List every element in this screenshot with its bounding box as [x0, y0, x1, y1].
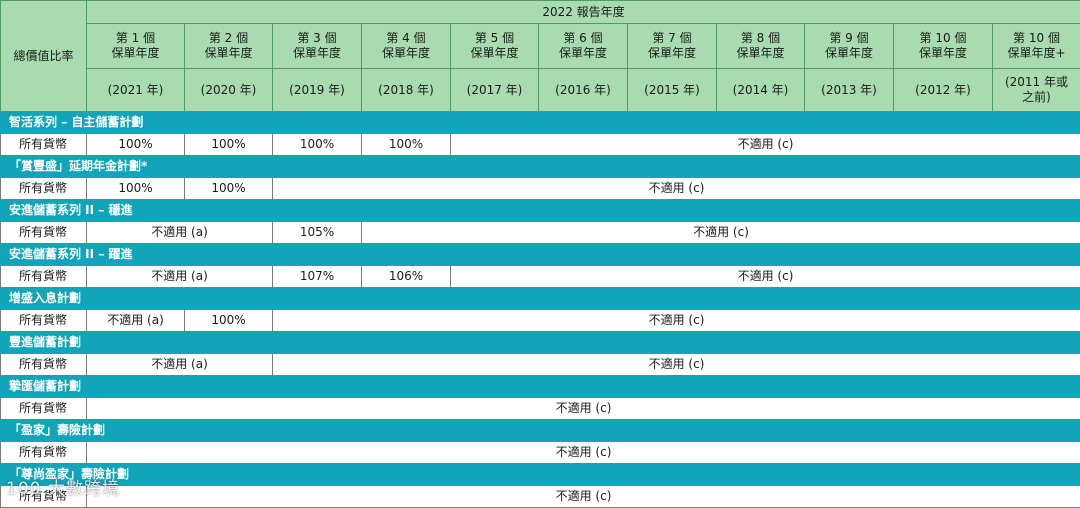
plan-name: 安進儲蓄系列 II – 躍進	[1, 244, 1080, 266]
plan-group-row: 「賞豐盛」延期年金計劃*	[1, 156, 1080, 178]
ratio-value-cell: 100%	[362, 134, 451, 156]
plan-name: 摯匯儲蓄計劃	[1, 376, 1080, 398]
table-row: 所有貨幣100%100%100%100%不適用 (c)	[1, 134, 1080, 156]
ratio-value-cell: 100%	[185, 134, 273, 156]
calendar-year-header: (2011 年或 之前)	[993, 69, 1080, 112]
ratio-value-cell: 不適用 (c)	[87, 442, 1080, 464]
plan-name: 智活系列 – 自主儲蓄計劃	[1, 112, 1080, 134]
ratio-value-cell: 106%	[362, 266, 451, 288]
ratio-value-cell: 不適用 (c)	[87, 398, 1080, 420]
currency-cell: 所有貨幣	[1, 354, 87, 376]
plan-name: 「賞豐盛」延期年金計劃*	[1, 156, 1080, 178]
ratio-value-cell: 107%	[273, 266, 362, 288]
policy-year-header: 第 3 個 保單年度	[273, 24, 362, 69]
policy-year-header: 第 9 個 保單年度	[805, 24, 894, 69]
policy-year-header: 第 10 個 保單年度	[894, 24, 993, 69]
plan-name: 「盈家」壽險計劃	[1, 420, 1080, 442]
table-row: 所有貨幣不適用 (a)不適用 (c)	[1, 354, 1080, 376]
plan-group-row: 「尊尚盈家」壽險計劃	[1, 464, 1080, 486]
currency-cell: 所有貨幣	[1, 266, 87, 288]
ratio-value-cell: 100%	[87, 134, 185, 156]
ratio-value-cell: 100%	[87, 178, 185, 200]
ratio-value-cell: 不適用 (c)	[451, 134, 1080, 156]
policy-year-header: 第 6 個 保單年度	[539, 24, 628, 69]
table-row: 所有貨幣不適用 (c)	[1, 398, 1080, 420]
ratio-value-cell: 不適用 (a)	[87, 266, 273, 288]
ratio-value-cell: 100%	[273, 134, 362, 156]
currency-cell: 所有貨幣	[1, 134, 87, 156]
ratio-value-cell: 不適用 (c)	[362, 222, 1080, 244]
ratio-value-cell: 不適用 (a)	[87, 354, 273, 376]
ratio-value-cell: 不適用 (c)	[273, 354, 1080, 376]
table-row: 所有貨幣不適用 (c)	[1, 486, 1080, 508]
policy-year-header: 第 5 個 保單年度	[451, 24, 539, 69]
currency-cell: 所有貨幣	[1, 310, 87, 332]
calendar-year-header: (2018 年)	[362, 69, 451, 112]
calendar-year-header: (2014 年)	[717, 69, 805, 112]
calendar-year-header: (2012 年)	[894, 69, 993, 112]
plan-group-row: 「盈家」壽險計劃	[1, 420, 1080, 442]
ratio-value-cell: 不適用 (c)	[273, 178, 1080, 200]
plan-group-row: 增盛入息計劃	[1, 288, 1080, 310]
policy-year-header: 第 10 個 保單年度+	[993, 24, 1080, 69]
currency-cell: 所有貨幣	[1, 442, 87, 464]
plan-group-row: 豐進儲蓄計劃	[1, 332, 1080, 354]
calendar-year-header: (2020 年)	[185, 69, 273, 112]
ratio-value-cell: 100%	[185, 310, 273, 332]
policy-year-header: 第 2 個 保單年度	[185, 24, 273, 69]
plan-name: 「尊尚盈家」壽險計劃	[1, 464, 1080, 486]
calendar-year-header: (2021 年)	[87, 69, 185, 112]
surrender-ratio-table: 總價值比率2022 報告年度第 1 個 保單年度第 2 個 保單年度第 3 個 …	[0, 0, 1080, 508]
ratio-value-cell: 不適用 (a)	[87, 310, 185, 332]
policy-year-header: 第 7 個 保單年度	[628, 24, 717, 69]
currency-cell: 所有貨幣	[1, 178, 87, 200]
ratio-value-cell: 不適用 (c)	[273, 310, 1080, 332]
currency-cell: 所有貨幣	[1, 222, 87, 244]
table-row: 所有貨幣不適用 (a)100%不適用 (c)	[1, 310, 1080, 332]
calendar-year-header: (2016 年)	[539, 69, 628, 112]
ratio-value-cell: 105%	[273, 222, 362, 244]
plan-group-row: 摯匯儲蓄計劃	[1, 376, 1080, 398]
currency-cell: 所有貨幣	[1, 486, 87, 508]
report-year-header: 2022 報告年度	[87, 1, 1080, 24]
table-row: 所有貨幣100%100%不適用 (c)	[1, 178, 1080, 200]
ratio-value-cell: 不適用 (c)	[451, 266, 1080, 288]
ratio-value-cell: 100%	[185, 178, 273, 200]
policy-year-header: 第 4 個 保單年度	[362, 24, 451, 69]
plan-group-row: 安進儲蓄系列 II – 穩進	[1, 200, 1080, 222]
calendar-year-header: (2019 年)	[273, 69, 362, 112]
calendar-year-header: (2015 年)	[628, 69, 717, 112]
policy-year-header: 第 8 個 保單年度	[717, 24, 805, 69]
plan-group-row: 智活系列 – 自主儲蓄計劃	[1, 112, 1080, 134]
table-row: 所有貨幣不適用 (a)107%106%不適用 (c)	[1, 266, 1080, 288]
table-row: 所有貨幣不適用 (c)	[1, 442, 1080, 464]
ratio-header: 總價值比率	[1, 1, 87, 112]
ratio-value-cell: 不適用 (a)	[87, 222, 273, 244]
currency-cell: 所有貨幣	[1, 398, 87, 420]
plan-name: 增盛入息計劃	[1, 288, 1080, 310]
calendar-year-header: (2017 年)	[451, 69, 539, 112]
ratio-value-cell: 不適用 (c)	[87, 486, 1080, 508]
policy-year-header: 第 1 個 保單年度	[87, 24, 185, 69]
plan-group-row: 安進儲蓄系列 II – 躍進	[1, 244, 1080, 266]
plan-name: 安進儲蓄系列 II – 穩進	[1, 200, 1080, 222]
table-row: 所有貨幣不適用 (a)105%不適用 (c)	[1, 222, 1080, 244]
calendar-year-header: (2013 年)	[805, 69, 894, 112]
plan-name: 豐進儲蓄計劃	[1, 332, 1080, 354]
